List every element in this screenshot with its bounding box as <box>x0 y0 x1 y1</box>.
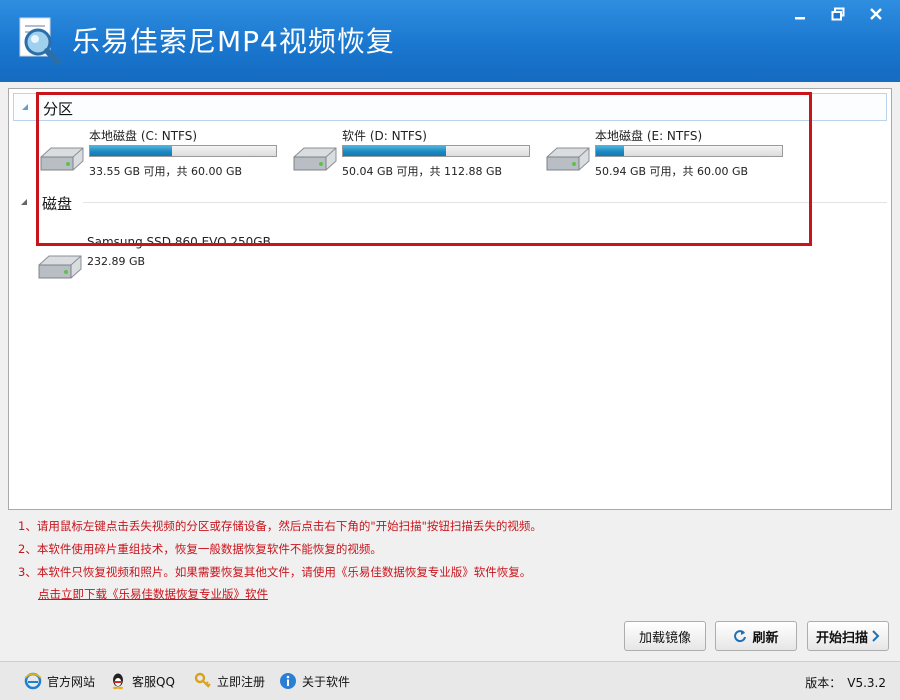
disks-group-header[interactable]: 磁盘 <box>13 189 887 217</box>
minimize-icon <box>795 17 805 20</box>
version-label: 版本： <box>805 676 842 690</box>
close-icon <box>870 8 882 20</box>
start-scan-button[interactable]: 开始扫描 <box>807 621 889 651</box>
register-link[interactable]: 立即注册 <box>194 672 265 690</box>
partition-name: 本地磁盘 (C: NTFS) <box>89 129 198 143</box>
usage-bar-fill <box>343 146 447 156</box>
note-3: 3、本软件只恢复视频和照片。如果需要恢复其他文件，请使用《乐易佳数据恢复专业版》… <box>18 565 532 579</box>
app-title: 乐易佳索尼MP4视频恢复 <box>72 25 395 58</box>
usage-bar-fill <box>596 146 625 156</box>
chevron-right-icon <box>872 630 880 642</box>
partition-name: 本地磁盘 (E: NTFS) <box>595 129 703 143</box>
website-link[interactable]: 官方网站 <box>24 672 95 690</box>
browser-icon <box>24 672 42 690</box>
qq-label: 客服QQ <box>132 674 175 689</box>
hard-drive-icon <box>293 147 337 171</box>
group-divider <box>83 202 887 203</box>
version-value: V5.3.2 <box>847 676 886 690</box>
refresh-button[interactable]: 刷新 <box>715 621 797 651</box>
partitions-group-header[interactable]: 分区 <box>13 93 887 121</box>
download-pro-link[interactable]: 点击立即下载《乐易佳数据恢复专业版》软件 <box>38 586 268 602</box>
app-logo-icon <box>14 14 64 66</box>
register-label: 立即注册 <box>217 674 266 689</box>
key-icon <box>194 672 212 690</box>
instructions: 1、请用鼠标左键点击丢失视频的分区或存储设备，然后点击右下角的"开始扫描"按钮扫… <box>18 518 542 587</box>
load-image-button[interactable]: 加载镜像 <box>624 621 706 651</box>
collapse-triangle-icon[interactable] <box>19 197 29 207</box>
partition-d[interactable]: 软件 (D: NTFS) 50.04 GB 可用，共 112.88 GB <box>290 127 538 183</box>
usage-bar <box>595 145 783 157</box>
note-2: 2、本软件使用碎片重组技术，恢复一般数据恢复软件不能恢复的视频。 <box>18 542 382 556</box>
start-scan-label: 开始扫描 <box>815 630 868 646</box>
refresh-label: 刷新 <box>752 630 779 646</box>
version-info: 版本： V5.3.2 <box>805 674 886 691</box>
website-label: 官方网站 <box>47 674 96 689</box>
partition-name: 软件 (D: NTFS) <box>342 129 427 143</box>
partition-c[interactable]: 本地磁盘 (C: NTFS) 33.55 GB 可用，共 60.00 GB <box>37 127 285 183</box>
status-bar: 官方网站 客服QQ 立即注册 关于软件 版本： V5.3.2 <box>0 661 900 700</box>
partition-info: 50.94 GB 可用，共 60.00 GB <box>595 165 749 178</box>
note-1: 1、请用鼠标左键点击丢失视频的分区或存储设备，然后点击右下角的"开始扫描"按钮扫… <box>18 519 542 533</box>
usage-bar <box>89 145 277 157</box>
qq-penguin-icon <box>109 672 127 690</box>
partition-info: 33.55 GB 可用，共 60.00 GB <box>89 165 243 178</box>
partition-info: 50.04 GB 可用，共 112.88 GB <box>342 165 503 178</box>
disk-samsung-ssd[interactable]: Samsung SSD 860 EVO 250GB 232.89 GB <box>35 235 283 291</box>
usage-bar-fill <box>90 146 172 156</box>
hard-drive-icon <box>40 147 84 171</box>
partitions-group-label: 分区 <box>43 100 74 118</box>
disks-group-label: 磁盘 <box>42 195 73 213</box>
device-list-panel: 分区 本地磁盘 (C: NTFS) 33.55 GB 可用，共 60.00 GB… <box>8 88 892 510</box>
restore-button[interactable] <box>826 4 850 24</box>
refresh-icon <box>733 629 747 643</box>
hard-drive-icon <box>38 255 82 279</box>
usage-bar <box>342 145 530 157</box>
qq-link[interactable]: 客服QQ <box>109 672 175 690</box>
hard-drive-icon <box>546 147 590 171</box>
title-bar: 乐易佳索尼MP4视频恢复 <box>0 0 900 82</box>
info-icon <box>279 672 297 690</box>
close-button[interactable] <box>864 4 888 24</box>
about-label: 关于软件 <box>302 674 351 689</box>
collapse-triangle-icon[interactable] <box>20 102 30 112</box>
disk-name: Samsung SSD 860 EVO 250GB <box>87 235 271 249</box>
restore-icon <box>831 7 845 21</box>
disk-info: 232.89 GB <box>87 255 146 268</box>
partition-e[interactable]: 本地磁盘 (E: NTFS) 50.94 GB 可用，共 60.00 GB <box>543 127 791 183</box>
load-image-label: 加载镜像 <box>638 630 691 646</box>
about-link[interactable]: 关于软件 <box>279 672 350 690</box>
minimize-button[interactable] <box>788 4 812 24</box>
